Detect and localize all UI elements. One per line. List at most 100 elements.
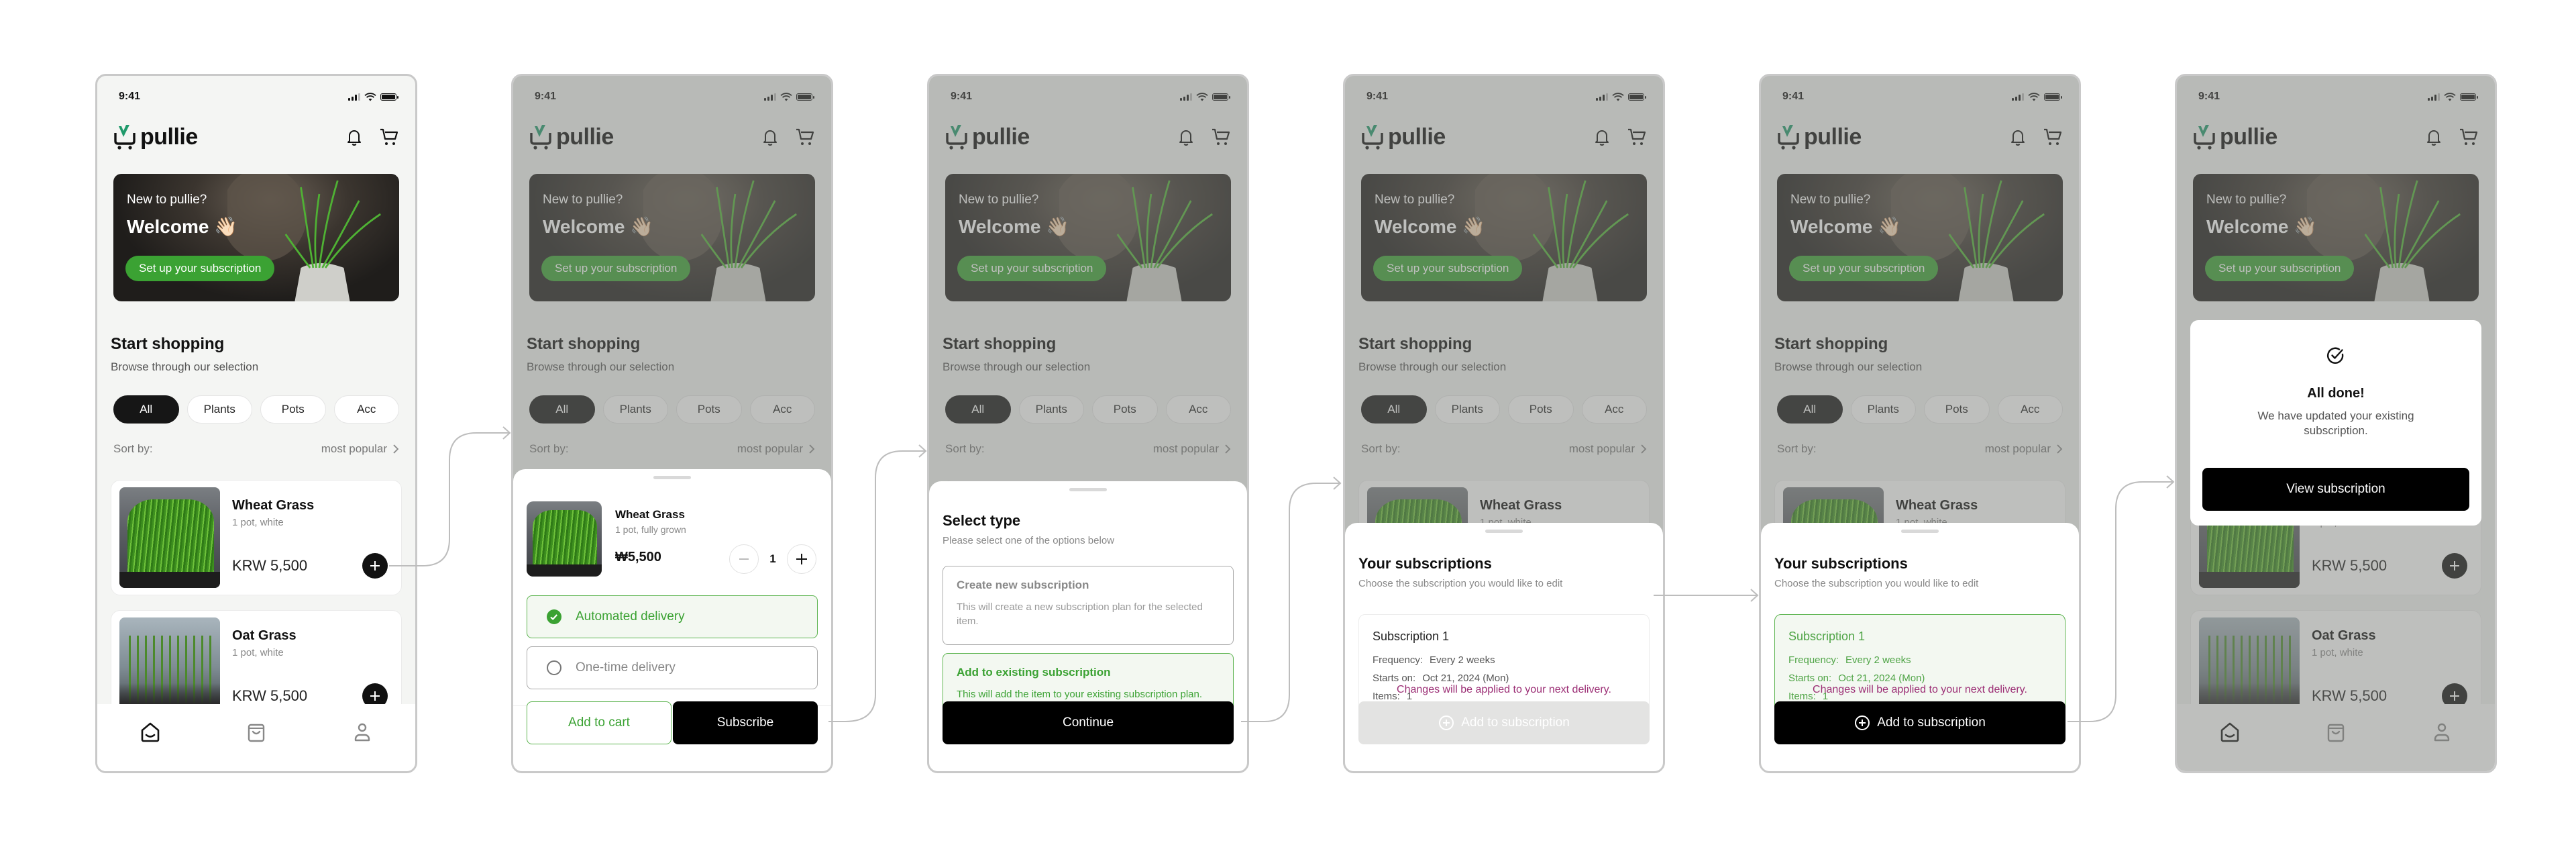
sort-dropdown[interactable]: most popular — [321, 442, 399, 456]
option-create-new-subscription[interactable]: Create new subscription This will create… — [943, 566, 1234, 645]
chip-plants[interactable]: Plants — [1018, 395, 1084, 424]
logo[interactable]: pullie — [1361, 123, 1446, 150]
cart-icon[interactable] — [2043, 127, 2063, 147]
chip-all[interactable]: All — [1361, 395, 1427, 424]
setup-subscription-button[interactable]: Set up your subscription — [541, 256, 691, 281]
add-product-button[interactable] — [362, 553, 388, 579]
increase-quantity-button[interactable] — [787, 544, 816, 574]
chip-acc[interactable]: Acc — [1997, 395, 2063, 424]
frequency-value: Every 2 weeks — [1845, 654, 1911, 666]
chip-plants[interactable]: Plants — [1434, 395, 1500, 424]
product-image — [119, 487, 220, 588]
logo[interactable]: pullie — [1777, 123, 1862, 150]
bell-icon[interactable] — [2008, 127, 2028, 147]
add-to-cart-button[interactable]: Add to cart — [527, 701, 672, 744]
sheet-handle[interactable] — [1069, 488, 1107, 491]
home-icon[interactable] — [2216, 719, 2243, 746]
section-title: Start shopping — [943, 335, 1057, 353]
logo[interactable]: pullie — [113, 123, 198, 150]
add-to-subscription-button[interactable]: Add to subscription — [1774, 701, 2065, 744]
delivery-option-one-time[interactable]: One-time delivery — [527, 646, 818, 689]
profile-icon[interactable] — [2428, 719, 2455, 746]
plus-circle-icon — [1855, 715, 1870, 730]
chip-all[interactable]: All — [1777, 395, 1843, 424]
cart-icon[interactable] — [2459, 127, 2479, 147]
cart-icon[interactable] — [1211, 127, 1231, 147]
cart-icon[interactable] — [795, 127, 815, 147]
chip-plants[interactable]: Plants — [602, 395, 668, 424]
app-header: pullie — [1777, 120, 2063, 154]
chip-all[interactable]: All — [529, 395, 595, 424]
decrease-quantity-button[interactable] — [729, 544, 759, 574]
chip-pots[interactable]: Pots — [1924, 395, 1990, 424]
setup-subscription-button[interactable]: Set up your subscription — [125, 256, 275, 281]
sheet-handle[interactable] — [1901, 530, 1939, 533]
welcome-banner: New to pullie? Welcome 👋🏻 Set up your su… — [2193, 174, 2479, 301]
bell-icon[interactable] — [1176, 127, 1196, 147]
sheet-handle[interactable] — [1485, 530, 1523, 533]
profile-icon[interactable] — [349, 719, 376, 746]
delivery-option-automated[interactable]: Automated delivery — [527, 595, 818, 638]
sort-value: most popular — [737, 442, 803, 455]
chip-pots[interactable]: Pots — [1092, 395, 1158, 424]
product-desc: 1 pot, white — [232, 647, 284, 658]
success-modal: All done! We have updated your existing … — [2190, 320, 2481, 526]
home-icon[interactable] — [137, 719, 164, 746]
sheet-handle[interactable] — [653, 476, 691, 479]
chip-acc[interactable]: Acc — [333, 395, 399, 424]
bell-icon[interactable] — [760, 127, 780, 147]
chip-all[interactable]: All — [113, 395, 179, 424]
logo[interactable]: pullie — [529, 123, 614, 150]
banner-line1: New to pullie? — [543, 193, 623, 207]
battery-icon — [2460, 93, 2478, 101]
sheet-title: Select type — [943, 512, 1021, 529]
continue-button[interactable]: Continue — [943, 701, 1234, 744]
sort-dropdown[interactable]: most popular — [1569, 442, 1647, 456]
chip-acc[interactable]: Acc — [1165, 395, 1231, 424]
starts-label: Starts on: — [1788, 673, 1832, 684]
bell-icon[interactable] — [2424, 127, 2444, 147]
subscribe-button[interactable]: Subscribe — [673, 701, 818, 744]
setup-subscription-button[interactable]: Set up your subscription — [957, 256, 1107, 281]
sort-dropdown[interactable]: most popular — [1153, 442, 1231, 456]
cat-grass-image — [643, 174, 798, 301]
wifi-icon — [1196, 92, 1208, 101]
banner-line1: New to pullie? — [1375, 193, 1455, 207]
battery-icon — [380, 93, 398, 101]
setup-subscription-button[interactable]: Set up your subscription — [1373, 256, 1523, 281]
chip-plants[interactable]: Plants — [186, 395, 252, 424]
chip-pots[interactable]: Pots — [1508, 395, 1574, 424]
add-product-button[interactable] — [2442, 553, 2467, 579]
bag-icon[interactable] — [2322, 719, 2349, 746]
cart-icon[interactable] — [379, 127, 399, 147]
sort-dropdown[interactable]: most popular — [1985, 442, 2063, 456]
logo[interactable]: pullie — [945, 123, 1030, 150]
pullie-logo-icon — [946, 125, 967, 150]
logo[interactable]: pullie — [2193, 123, 2277, 150]
chip-acc[interactable]: Acc — [1581, 395, 1647, 424]
chip-all[interactable]: All — [945, 395, 1011, 424]
sort-dropdown[interactable]: most popular — [737, 442, 815, 456]
view-subscription-button[interactable]: View subscription — [2202, 468, 2469, 511]
chip-pots[interactable]: Pots — [260, 395, 326, 424]
product-card[interactable]: Wheat Grass 1 pot, white KRW 5,500 — [111, 480, 402, 595]
sheet-title: Your subscriptions — [1774, 555, 1908, 572]
option-desc: This will add the item to your existing … — [957, 689, 1203, 700]
chevron-right-icon — [393, 444, 399, 454]
chip-pots[interactable]: Pots — [676, 395, 742, 424]
bell-icon[interactable] — [1592, 127, 1612, 147]
section-subtitle: Browse through our selection — [943, 360, 1091, 373]
bell-icon[interactable] — [344, 127, 364, 147]
setup-subscription-button[interactable]: Set up your subscription — [2205, 256, 2355, 281]
chip-plants[interactable]: Plants — [1850, 395, 1916, 424]
product-name: Oat Grass — [232, 628, 297, 643]
chevron-right-icon — [809, 444, 815, 454]
setup-subscription-button[interactable]: Set up your subscription — [1789, 256, 1939, 281]
sheet-subtitle: Please select one of the options below — [943, 535, 1115, 546]
section-title: Start shopping — [1774, 335, 1888, 353]
app-header: pullie — [945, 120, 1231, 154]
category-chips: All Plants Pots Acc — [1361, 395, 1647, 424]
cart-icon[interactable] — [1627, 127, 1647, 147]
chip-acc[interactable]: Acc — [749, 395, 815, 424]
bag-icon[interactable] — [243, 719, 270, 746]
